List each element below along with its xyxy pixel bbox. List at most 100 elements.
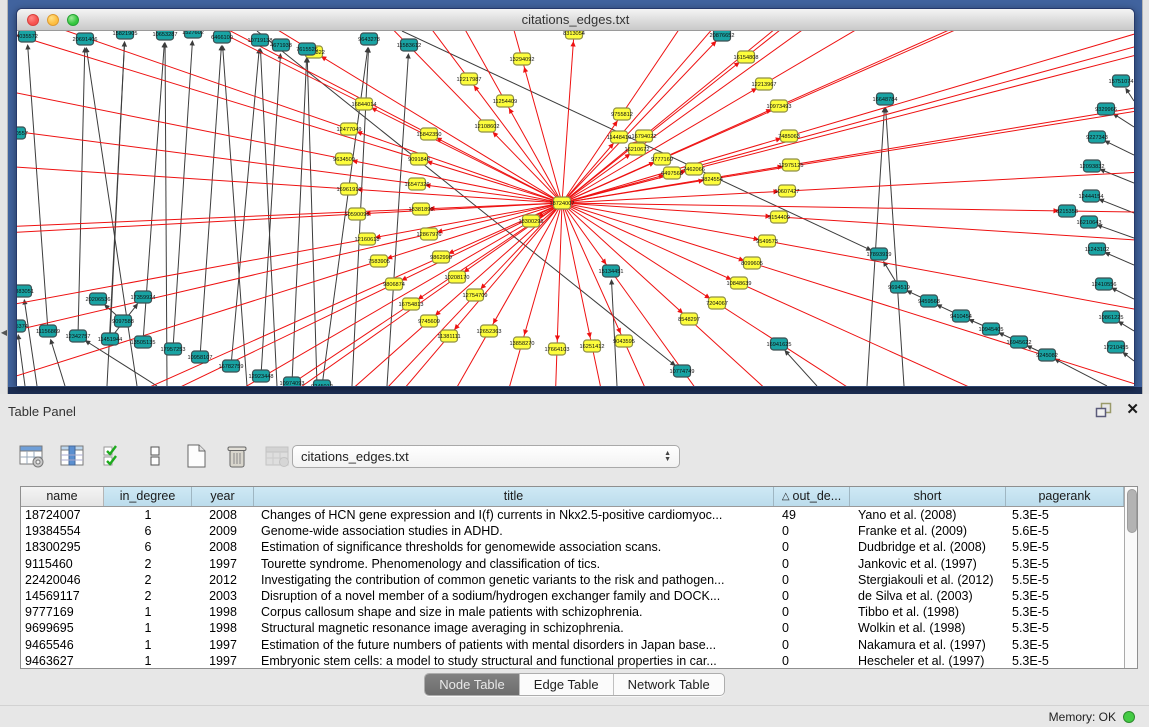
cell-short[interactable]: Tibbo et al. (1998)	[850, 604, 1006, 620]
network-node[interactable]: 15134451	[599, 265, 624, 277]
cell-out_de[interactable]: 0	[774, 653, 850, 669]
network-node[interactable]: 16945622	[1007, 336, 1032, 348]
network-node[interactable]: 11381111	[437, 330, 460, 342]
network-node[interactable]: 16754813	[399, 298, 424, 310]
cell-short[interactable]: Jankovic et al. (1997)	[850, 556, 1006, 572]
table-row[interactable]: 1938455462009Genome-wide association stu…	[21, 523, 1124, 539]
cell-in_degree[interactable]: 6	[104, 523, 192, 539]
cell-out_de[interactable]: 0	[774, 556, 850, 572]
network-node[interactable]: 9862990	[430, 251, 452, 263]
table-row[interactable]: 946554611997Estimation of the future num…	[21, 637, 1124, 653]
network-node[interactable]: 9410454	[950, 310, 972, 322]
column-header-title[interactable]: title	[254, 487, 774, 506]
cell-in_degree[interactable]: 1	[104, 507, 192, 523]
cell-pagerank[interactable]: 5.9E-5	[1006, 539, 1124, 555]
cell-name[interactable]: 9777169	[21, 604, 104, 620]
cell-short[interactable]: Wolkin et al. (1998)	[850, 620, 1006, 636]
network-node[interactable]: 8099605	[741, 257, 763, 269]
network-node[interactable]: 9227343	[1086, 131, 1108, 143]
network-node[interactable]: 12217987	[457, 73, 482, 85]
cell-in_degree[interactable]: 1	[104, 637, 192, 653]
cell-name[interactable]: 9463627	[21, 653, 104, 669]
network-node[interactable]: 8548297	[678, 313, 700, 325]
cell-pagerank[interactable]: 5.3E-5	[1006, 637, 1124, 653]
network-node[interactable]: 17210455	[1104, 341, 1129, 353]
network-node[interactable]: 16941625	[767, 338, 792, 350]
column-header-short[interactable]: short	[850, 487, 1006, 506]
select-all-button[interactable]	[100, 442, 128, 470]
network-node[interactable]: 9154409	[768, 211, 790, 223]
show-columns-button[interactable]	[59, 442, 87, 470]
cell-out_de[interactable]: 0	[774, 572, 850, 588]
cell-out_de[interactable]: 49	[774, 507, 850, 523]
cell-short[interactable]: Hescheler et al. (1997)	[850, 653, 1006, 669]
cell-year[interactable]: 1997	[192, 653, 254, 669]
network-node[interactable]: 10208170	[445, 271, 470, 283]
create-column-button[interactable]	[182, 442, 210, 470]
zoom-window-button[interactable]	[67, 14, 79, 26]
cell-title[interactable]: Disruption of a novel member of a sodium…	[254, 588, 774, 604]
table-scrollbar[interactable]	[1124, 487, 1137, 668]
network-node[interactable]: 12444154	[1079, 190, 1104, 202]
cell-year[interactable]: 1998	[192, 604, 254, 620]
network-node[interactable]: 10861225	[1099, 311, 1124, 323]
network-node[interactable]: 12093832	[1080, 160, 1105, 172]
network-node[interactable]: 10719138	[248, 34, 273, 46]
network-node[interactable]: 16210672	[625, 143, 650, 155]
network-node[interactable]: 7485063	[778, 130, 800, 142]
cell-pagerank[interactable]: 5.3E-5	[1006, 604, 1124, 620]
network-node[interactable]: 9091848	[408, 153, 430, 165]
network-node[interactable]: 18300295	[519, 215, 544, 227]
tab-node-table[interactable]: Node Table	[425, 674, 519, 695]
network-canvas[interactable]: 1872400783130541329409212217987112544091…	[17, 31, 1134, 386]
network-node[interactable]: 12923448	[249, 370, 274, 382]
cell-title[interactable]: Tourette syndrome. Phenomenology and cla…	[254, 556, 774, 572]
network-node[interactable]: 9755812	[611, 108, 633, 120]
network-node[interactable]: 9806874	[383, 278, 405, 290]
network-node[interactable]: 12410556	[1092, 278, 1117, 290]
row-height-button[interactable]	[141, 442, 169, 470]
table-row[interactable]: 1830029562008Estimation of significance …	[21, 539, 1124, 555]
network-node[interactable]: 17957253	[161, 343, 186, 355]
cell-name[interactable]: 14569117	[21, 588, 104, 604]
network-node[interactable]: 9245012	[311, 380, 333, 386]
cell-title[interactable]: Changes of HCN gene expression and I(f) …	[254, 507, 774, 523]
network-node[interactable]: 9097588	[112, 315, 134, 327]
cell-name[interactable]: 9115460	[21, 556, 104, 572]
network-node[interactable]: 20206536	[86, 293, 111, 305]
cell-out_de[interactable]: 0	[774, 588, 850, 604]
network-node[interactable]: 12652363	[477, 325, 502, 337]
network-node[interactable]: 12754709	[463, 289, 488, 301]
table-row[interactable]: 969969511998Structural magnetic resonanc…	[21, 620, 1124, 636]
column-header-year[interactable]: year	[192, 487, 254, 506]
column-header-name[interactable]: name	[21, 487, 104, 506]
cell-name[interactable]: 9699695	[21, 620, 104, 636]
network-node[interactable]: 12160618	[355, 233, 380, 245]
network-node[interactable]: 9245082	[1036, 349, 1058, 361]
tab-network-table[interactable]: Network Table	[613, 674, 724, 695]
network-node[interactable]: 10590098	[345, 208, 370, 220]
network-node[interactable]: 12477049	[337, 123, 362, 135]
network-node[interactable]: 9043595	[613, 335, 635, 347]
cell-title[interactable]: Structural magnetic resonance image aver…	[254, 620, 774, 636]
network-node[interactable]: 13858270	[510, 337, 535, 349]
cell-out_de[interactable]: 0	[774, 539, 850, 555]
network-node[interactable]: 4035572	[17, 31, 38, 42]
cell-pagerank[interactable]: 5.5E-5	[1006, 572, 1124, 588]
cell-name[interactable]: 18724007	[21, 507, 104, 523]
table-selector-dropdown[interactable]: citations_edges.txt ▲▼	[292, 445, 680, 468]
cell-pagerank[interactable]: 5.3E-5	[1006, 653, 1124, 669]
network-node[interactable]: 4671938	[270, 39, 292, 51]
column-header-pagerank[interactable]: pagerank	[1006, 487, 1124, 506]
minimize-window-button[interactable]	[47, 14, 59, 26]
tab-edge-table[interactable]: Edge Table	[519, 674, 613, 695]
cell-year[interactable]: 2012	[192, 572, 254, 588]
cell-year[interactable]: 2008	[192, 539, 254, 555]
network-node[interactable]: 13294092	[510, 53, 535, 65]
cell-title[interactable]: Genome-wide association studies in ADHD.	[254, 523, 774, 539]
network-node[interactable]: 1527602	[182, 31, 204, 38]
table-row[interactable]: 911546021997Tourette syndrome. Phenomeno…	[21, 556, 1124, 572]
window-titlebar[interactable]: citations_edges.txt	[17, 9, 1134, 31]
cell-short[interactable]: de Silva et al. (2003)	[850, 588, 1006, 604]
network-node[interactable]: 9745609	[418, 315, 440, 327]
